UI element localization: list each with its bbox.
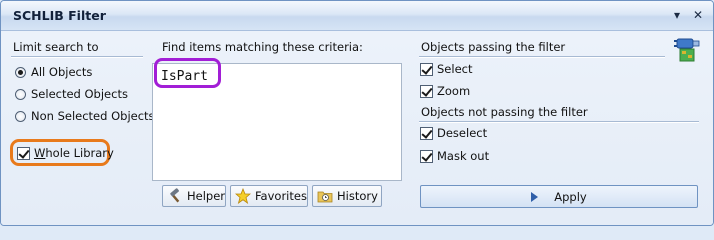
radio-all-objects[interactable]: All Objects <box>15 63 92 81</box>
passing-divider <box>419 56 665 58</box>
radio-button-checked[interactable] <box>15 66 26 78</box>
panel-title: SCHLIB Filter <box>13 8 106 23</box>
helper-label: Helper <box>187 189 226 203</box>
history-label: History <box>337 189 378 203</box>
criteria-label: Find items matching these criteria: <box>162 40 363 54</box>
radio-selected-objects[interactable]: Selected Objects <box>15 85 128 103</box>
radio-label: Selected Objects <box>31 87 128 101</box>
hammer-icon <box>167 188 183 204</box>
whole-library-label: Whole Library <box>34 146 114 160</box>
checkbox-checked[interactable] <box>420 84 433 98</box>
filter-plug-icon <box>674 35 702 65</box>
deselect-checkbox[interactable]: Deselect <box>420 124 487 142</box>
schlib-filter-panel: SCHLIB Filter ▾ ✕ Limit search to All Ob… <box>0 0 714 226</box>
select-checkbox[interactable]: Select <box>420 60 472 78</box>
history-folder-icon <box>317 188 333 204</box>
favorites-button[interactable]: Favorites <box>230 185 308 207</box>
mask-out-checkbox[interactable]: Mask out <box>420 147 489 165</box>
checkbox-checked[interactable] <box>420 126 433 140</box>
checkbox-checked[interactable] <box>420 62 433 76</box>
radio-non-selected-objects[interactable]: Non Selected Objects <box>15 107 155 125</box>
close-icon[interactable]: ✕ <box>689 6 707 24</box>
apply-label: Apply <box>554 189 587 204</box>
radio-label: All Objects <box>31 65 93 79</box>
favorites-label: Favorites <box>255 189 307 203</box>
chevron-down-icon[interactable]: ▾ <box>668 6 686 24</box>
panel-titlebar: SCHLIB Filter ▾ ✕ <box>1 1 713 31</box>
radio-button[interactable] <box>15 110 26 122</box>
checkbox-checked[interactable] <box>420 149 433 163</box>
apply-button[interactable]: Apply <box>420 185 698 208</box>
limit-search-label: Limit search to <box>13 40 99 54</box>
panel-content: Limit search to All Objects Selected Obj… <box>1 31 713 225</box>
select-label: Select <box>437 62 473 76</box>
zoom-checkbox[interactable]: Zoom <box>420 82 470 100</box>
passing-label: Objects passing the filter <box>421 40 566 54</box>
deselect-label: Deselect <box>437 126 488 140</box>
limit-search-divider <box>11 56 143 58</box>
not-passing-label: Objects not passing the filter <box>421 105 588 119</box>
radio-label: Non Selected Objects <box>31 109 155 123</box>
helper-button[interactable]: Helper <box>162 185 226 207</box>
history-button[interactable]: History <box>312 185 382 207</box>
mask-out-label: Mask out <box>437 149 490 163</box>
zoom-label: Zoom <box>437 84 471 98</box>
whole-library-checkbox[interactable]: Whole Library <box>17 144 114 162</box>
play-icon <box>531 191 539 202</box>
radio-button[interactable] <box>15 88 26 100</box>
star-icon <box>234 187 252 204</box>
not-passing-divider <box>419 121 699 123</box>
checkbox-checked[interactable] <box>17 146 30 160</box>
criteria-highlight <box>154 58 221 88</box>
